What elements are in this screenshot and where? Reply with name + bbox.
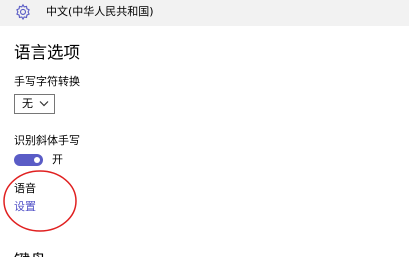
chevron-down-icon bbox=[39, 101, 49, 107]
toggle-state-label: 开 bbox=[52, 153, 63, 166]
language-header-bar: 中文(中华人民共和国) bbox=[0, 0, 409, 26]
language-name: 中文(中华人民共和国) bbox=[46, 5, 154, 18]
gear-icon bbox=[16, 3, 30, 21]
italic-handwriting-toggle[interactable] bbox=[14, 154, 43, 166]
italic-handwriting-label: 识别斜体手写 bbox=[14, 134, 80, 147]
handwriting-conversion-label: 手写字符转换 bbox=[14, 75, 80, 88]
next-section-heading: 键盘 bbox=[14, 250, 46, 257]
page-title: 语言选项 bbox=[14, 43, 80, 62]
handwriting-conversion-dropdown[interactable]: 无 bbox=[14, 94, 55, 114]
annotation-circle bbox=[3, 170, 77, 232]
toggle-knob bbox=[34, 157, 40, 163]
dropdown-selected-value: 无 bbox=[22, 97, 33, 110]
